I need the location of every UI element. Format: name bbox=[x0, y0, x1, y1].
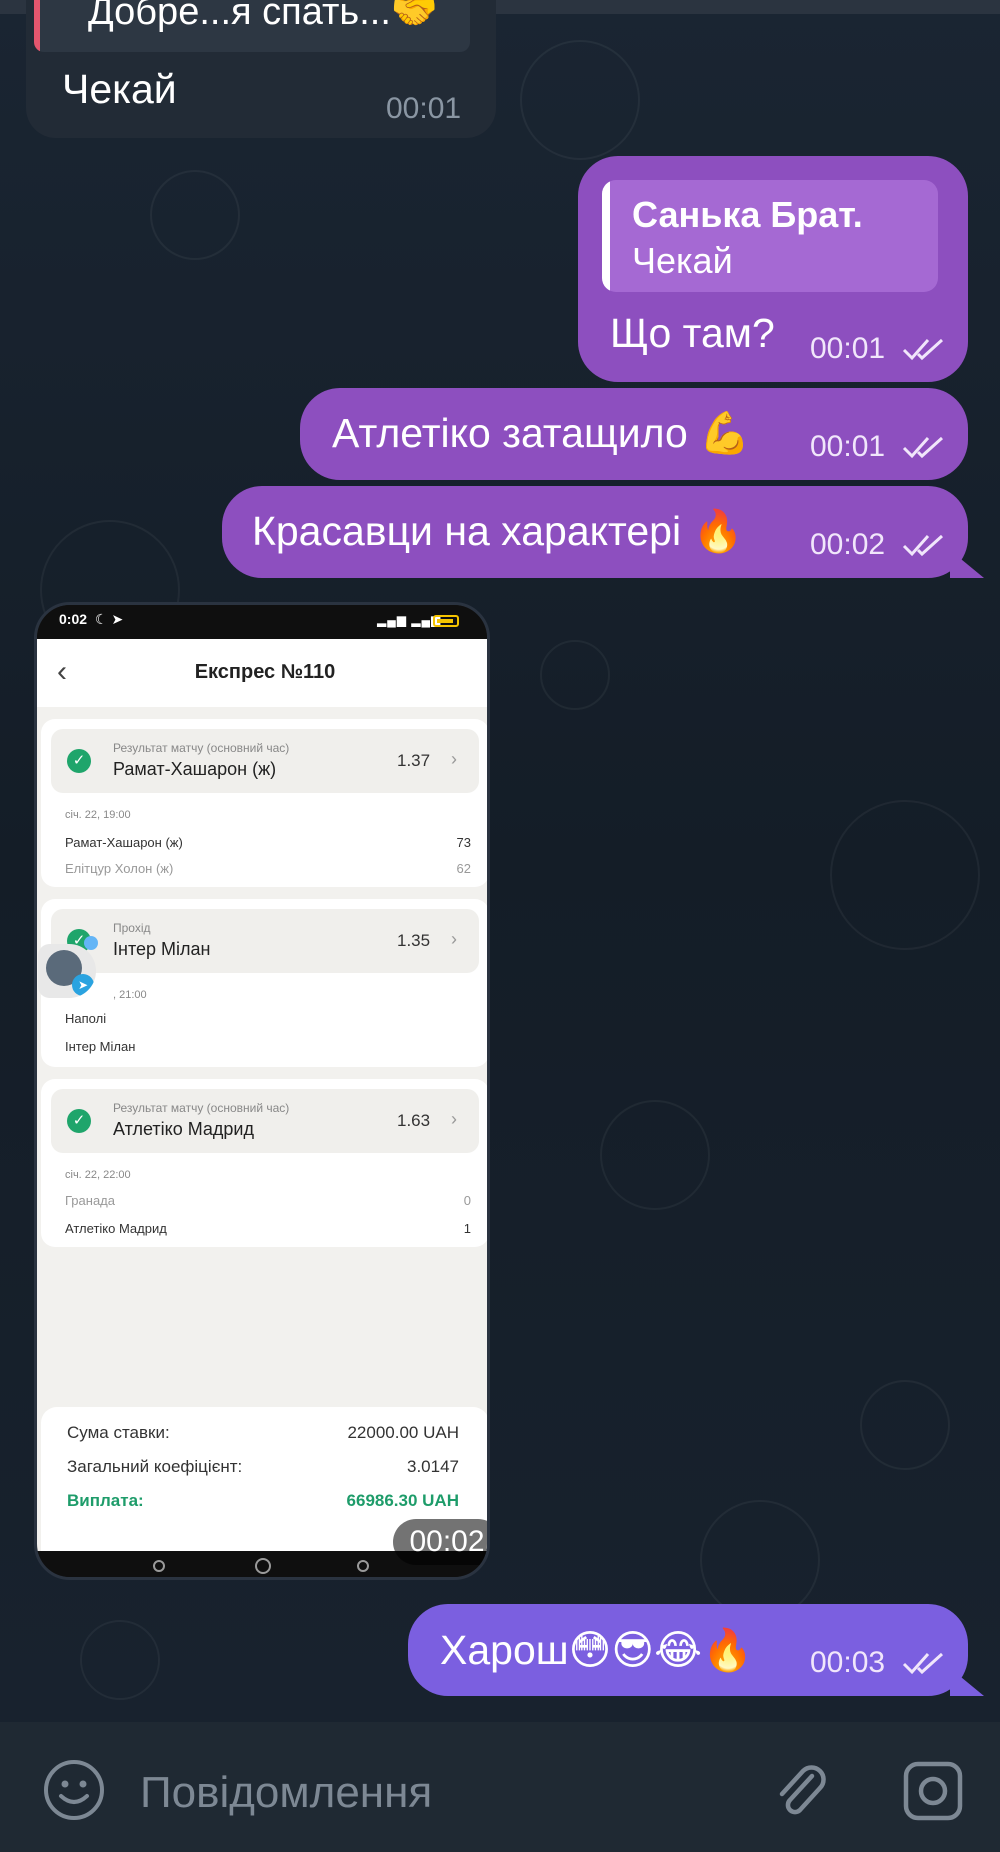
camera-icon[interactable] bbox=[900, 1758, 966, 1824]
message-input[interactable]: Повідомлення bbox=[140, 1768, 432, 1818]
bubble-tail bbox=[950, 1668, 984, 1696]
team-score: 1 bbox=[463, 1221, 471, 1236]
team-name: Атлетіко Мадрид bbox=[65, 1221, 167, 1236]
reply-preview[interactable]: Добре...я спать...🤝 bbox=[34, 0, 470, 52]
reply-text: Добре...я спать...🤝 bbox=[88, 0, 439, 33]
quote-bar bbox=[602, 180, 610, 292]
message-text: Харош😳😎😂🔥 bbox=[440, 1627, 754, 1673]
bet-market: Прохід bbox=[113, 921, 151, 935]
signal-icon: ▂▄▆ ▂▄▆ bbox=[377, 613, 442, 627]
chevron-right-icon: › bbox=[451, 929, 457, 949]
team-name: Інтер Мілан bbox=[65, 1039, 136, 1054]
photo-time: 00:02 bbox=[393, 1519, 487, 1565]
team-name: Наполі bbox=[65, 1011, 107, 1026]
team-score: 62 bbox=[456, 861, 471, 876]
message-time: 00:01 bbox=[810, 430, 886, 463]
double-check-icon bbox=[902, 534, 944, 557]
message-text: Що там? bbox=[610, 310, 775, 356]
incoming-message-text: Чекай bbox=[62, 66, 177, 112]
message-text: Атлетіко затащило 💪 bbox=[332, 410, 751, 456]
message-time: 00:02 bbox=[810, 528, 886, 561]
match-date: , 21:00 bbox=[113, 989, 147, 1001]
quote-author: Санька Брат. bbox=[632, 194, 863, 235]
check-icon: ✓ bbox=[67, 1109, 91, 1133]
team-name: Гранада bbox=[65, 1193, 115, 1208]
outgoing-message[interactable]: Красавци на характері 🔥 00:02 bbox=[222, 486, 968, 578]
emoji-icon[interactable] bbox=[42, 1758, 106, 1822]
quoted-message[interactable]: Санька Брат. Чекай bbox=[602, 180, 938, 292]
floating-chat-head[interactable]: ➤ bbox=[38, 944, 96, 998]
team-name: Рамат-Хашарон (ж) bbox=[65, 835, 183, 850]
chevron-right-icon: › bbox=[451, 1109, 457, 1129]
match-date: січ. 22, 22:00 bbox=[65, 1169, 131, 1181]
chevron-right-icon: › bbox=[451, 749, 457, 769]
reply-bar bbox=[34, 0, 40, 52]
notification-dot bbox=[84, 936, 98, 950]
incoming-message-time: 00:01 bbox=[386, 92, 462, 125]
nav-back-icon bbox=[357, 1560, 369, 1572]
phone-status-bar: 0:02 ☾ ➤ ▂▄▆ ▂▄▆ bbox=[37, 605, 487, 639]
status-icons: ☾ ➤ bbox=[95, 611, 124, 627]
telegram-icon: ➤ bbox=[72, 974, 94, 996]
bet-slip-screen: ‹ Експрес №110 ✓ Результат матчу (основн… bbox=[37, 639, 487, 1551]
battery-icon bbox=[433, 615, 459, 627]
bet-slip-header: ‹ Експрес №110 bbox=[37, 639, 487, 707]
double-check-icon bbox=[902, 338, 944, 361]
bet-slip-title: Експрес №110 bbox=[194, 661, 336, 683]
message-time: 00:01 bbox=[810, 332, 886, 365]
nav-recent-icon bbox=[153, 1560, 165, 1572]
bet-odds: 1.63 bbox=[397, 1111, 431, 1130]
coefficient-label: Загальний коефіцієнт: bbox=[67, 1457, 243, 1476]
bet-card: ✓ Результат матчу (основний час) Рамат-Х… bbox=[41, 719, 487, 887]
photo-message[interactable]: 0:02 ☾ ➤ ▂▄▆ ▂▄▆ ‹ Експрес №110 ✓ Резуль… bbox=[34, 602, 490, 1580]
message-time: 00:03 bbox=[810, 1646, 886, 1679]
bet-odds: 1.35 bbox=[397, 931, 431, 950]
status-time: 0:02 bbox=[59, 611, 88, 627]
bet-pick: Рамат-Хашарон (ж) bbox=[113, 759, 277, 779]
team-score: 0 bbox=[463, 1193, 471, 1208]
outgoing-message[interactable]: Атлетіко затащило 💪 00:01 bbox=[300, 388, 968, 480]
coefficient-value: 3.0147 bbox=[407, 1457, 459, 1476]
bet-pick: Інтер Мілан bbox=[113, 939, 211, 959]
bet-market: Результат матчу (основний час) bbox=[113, 1101, 290, 1115]
bet-market: Результат матчу (основний час) bbox=[113, 741, 290, 755]
outgoing-message[interactable]: Харош😳😎😂🔥 00:03 bbox=[408, 1604, 968, 1696]
attach-icon[interactable] bbox=[768, 1758, 832, 1822]
bubble-tail bbox=[950, 550, 984, 578]
bet-selection: ✓ Прохід Інтер Мілан 1.35 › bbox=[51, 909, 479, 973]
match-date: січ. 22, 19:00 bbox=[65, 809, 131, 821]
message-text: Красавци на характері 🔥 bbox=[252, 508, 744, 554]
nav-home-icon bbox=[255, 1558, 271, 1574]
check-icon: ✓ bbox=[67, 749, 91, 773]
outgoing-message[interactable]: Санька Брат. Чекай Що там? 00:01 bbox=[578, 156, 968, 382]
stake-label: Сума ставки: bbox=[67, 1423, 170, 1442]
bet-pick: Атлетіко Мадрид bbox=[113, 1119, 254, 1139]
payout-label: Виплата: bbox=[67, 1491, 144, 1510]
team-score: 73 bbox=[456, 835, 471, 850]
double-check-icon bbox=[902, 436, 944, 459]
bet-odds: 1.37 bbox=[397, 751, 431, 770]
quote-text: Чекай bbox=[632, 240, 733, 281]
team-name: Елітцур Холон (ж) bbox=[65, 861, 174, 876]
bet-card: ✓ Результат матчу (основний час) Атлетік… bbox=[41, 1079, 487, 1247]
payout-value: 66986.30 UAH bbox=[346, 1491, 459, 1510]
stake-value: 22000.00 UAH bbox=[347, 1423, 459, 1442]
bet-selection: ✓ Результат матчу (основний час) Рамат-Х… bbox=[51, 729, 479, 793]
bet-selection: ✓ Результат матчу (основний час) Атлетік… bbox=[51, 1089, 479, 1153]
bet-card: ✓ Прохід Інтер Мілан 1.35 › , 21:00 Напо… bbox=[41, 899, 487, 1067]
double-check-icon bbox=[902, 1652, 944, 1675]
